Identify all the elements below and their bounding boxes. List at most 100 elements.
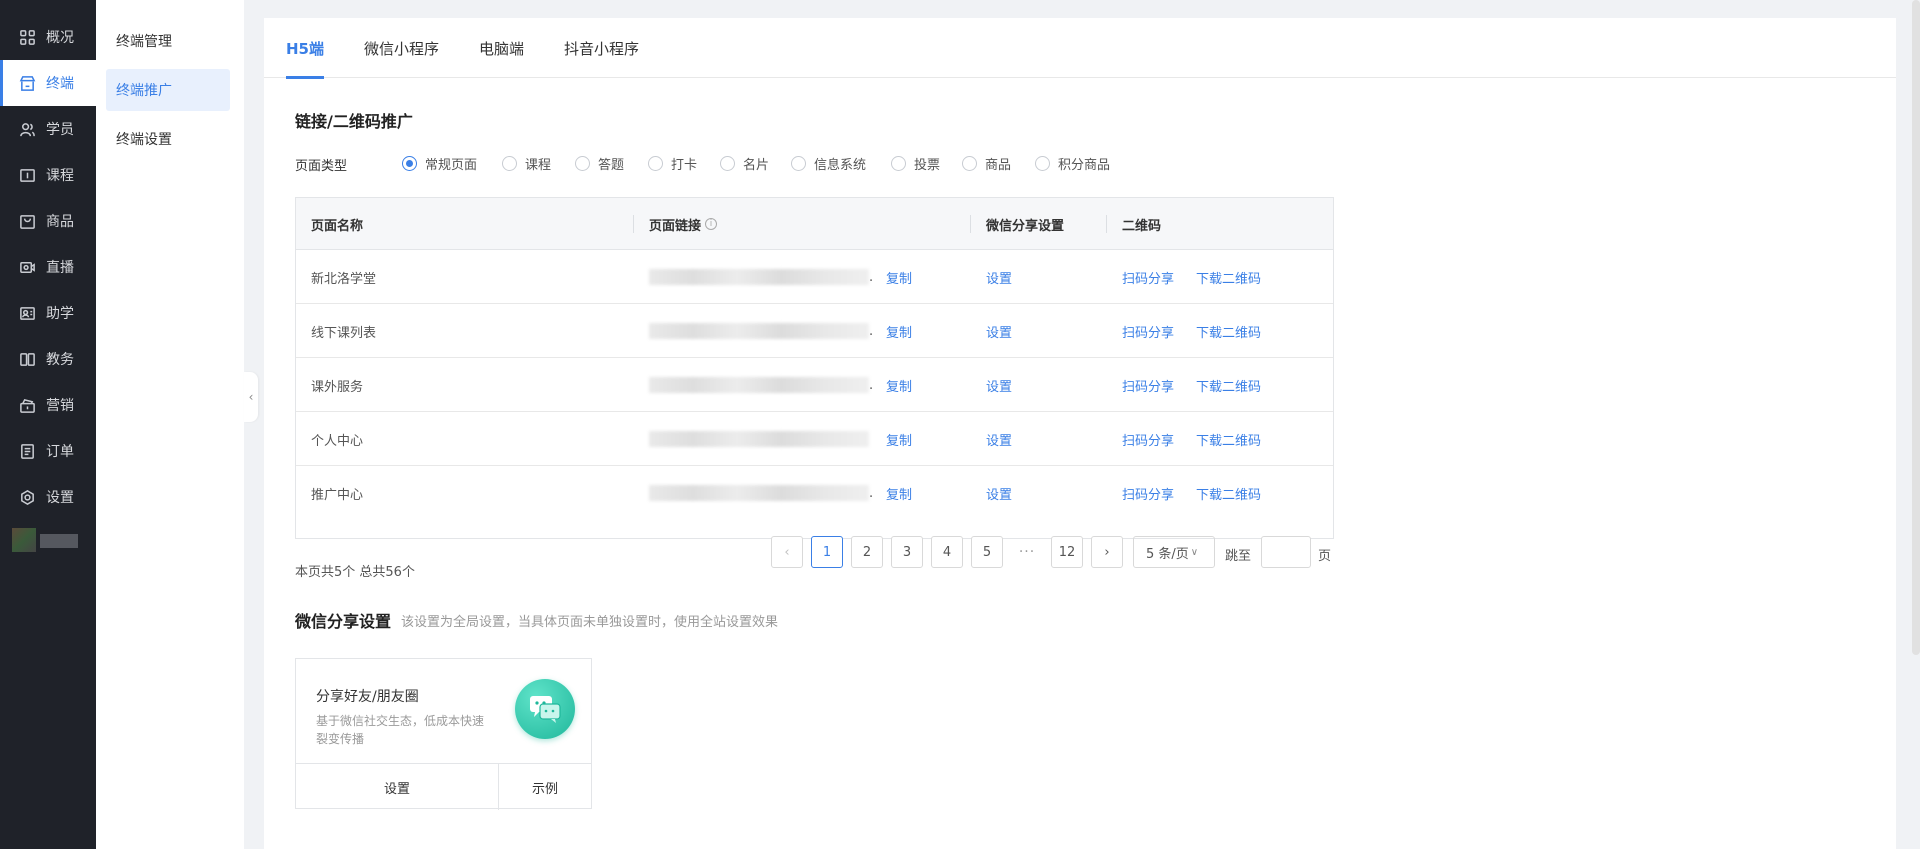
card-settings-button[interactable]: 设置 [296,764,499,810]
next-page-button[interactable]: › [1091,536,1123,568]
users-icon [18,120,36,138]
radio-dot [720,156,735,171]
page-type-radio-checkin[interactable]: 打卡 [648,154,697,173]
main-content: H5端 微信小程序 电脑端 抖音小程序 链接/二维码推广 页面类型 常规页面 课… [264,18,1896,849]
page-name-cell: 个人中心 [311,433,364,449]
page-type-radio-card[interactable]: 名片 [720,154,769,173]
page-button-5[interactable]: 5 [971,536,1003,568]
download-qrcode-link[interactable]: 下载二维码 [1196,250,1261,304]
avatar [12,528,36,552]
nav-item-marketing[interactable]: 营销 [0,382,96,428]
book-icon [18,350,36,368]
scan-share-link[interactable]: 扫码分享 [1122,412,1174,466]
nav-item-study[interactable]: 助学 [0,290,96,336]
page-type-radio-course[interactable]: 课程 [502,154,551,173]
wechat-share-setting-link[interactable]: 设置 [986,412,1012,466]
redacted-page-link [649,485,869,501]
goods-icon [18,212,36,230]
column-header-wechat-share: 微信分享设置 [986,218,1065,234]
download-qrcode-link[interactable]: 下载二维码 [1196,304,1261,358]
nav-item-courses[interactable]: 课程 [0,152,96,198]
radio-dot [402,156,417,171]
copy-link-button[interactable]: 复制 [886,250,912,304]
prev-page-button[interactable]: ‹ [771,536,803,568]
subnav-item-terminal-settings[interactable]: 终端设置 [106,118,230,160]
radio-label: 答题 [598,158,625,173]
page-type-radio-quiz[interactable]: 答题 [575,154,624,173]
table-row: 推广中心 . 复制 设置 扫码分享 下载二维码 [296,466,1333,520]
card-footer: 设置 示例 [296,763,591,810]
link-suffix: . [869,269,874,285]
info-icon[interactable]: i [705,218,718,230]
scan-share-link[interactable]: 扫码分享 [1122,466,1174,520]
column-header-page-name: 页面名称 [311,218,364,234]
radio-dot [1035,156,1050,171]
card-example-button[interactable]: 示例 [499,764,591,810]
copy-link-button[interactable]: 复制 [886,358,912,412]
radio-label: 课程 [525,158,552,173]
collapse-sidebar-button[interactable]: ‹ [244,372,258,422]
subnav-item-terminal-promotion[interactable]: 终端推广 [106,69,230,111]
copy-link-button[interactable]: 复制 [886,466,912,520]
page-button-3[interactable]: 3 [891,536,923,568]
subnav-item-label: 终端推广 [116,83,172,99]
jump-page-input[interactable] [1261,536,1311,568]
page-type-radio-regular[interactable]: 常规页面 [402,154,477,173]
nav-item-students[interactable]: 学员 [0,106,96,152]
tab-desktop[interactable]: 电脑端 [479,18,524,78]
page-ellipsis[interactable]: ··· [1011,536,1043,568]
nav-item-orders[interactable]: 订单 [0,428,96,474]
nav-item-settings[interactable]: 设置 [0,474,96,520]
page-size-select[interactable]: 5 条/页 ∨ [1133,536,1215,568]
page-type-radio-points-goods[interactable]: 积分商品 [1035,154,1110,173]
page-size-value: 5 条/页 [1146,546,1189,562]
tab-label: 微信小程序 [364,39,440,58]
page-button-last[interactable]: 12 [1051,536,1083,568]
wechat-share-setting-link[interactable]: 设置 [986,250,1012,304]
redacted-page-link [649,377,869,393]
download-qrcode-link[interactable]: 下载二维码 [1196,466,1261,520]
wechat-share-setting-link[interactable]: 设置 [986,358,1012,412]
radio-label: 投票 [914,158,941,173]
tab-douyin-miniprogram[interactable]: 抖音小程序 [564,18,639,78]
tab-h5[interactable]: H5端 [286,18,324,79]
nav-item-academic[interactable]: 教务 [0,336,96,382]
download-qrcode-link[interactable]: 下载二维码 [1196,412,1261,466]
nav-item-terminal[interactable]: 终端 [0,60,96,106]
radio-dot [791,156,806,171]
page-button-4[interactable]: 4 [931,536,963,568]
page-scrollbar[interactable] [1912,0,1920,655]
user-avatar[interactable] [12,528,84,554]
jump-unit-label: 页 [1318,549,1332,564]
nav-item-goods[interactable]: 商品 [0,198,96,244]
scan-share-link[interactable]: 扫码分享 [1122,358,1174,412]
chevron-right-icon: › [1104,544,1110,560]
sub-sidebar: 终端管理 终端推广 终端设置 [96,0,244,849]
radio-label: 名片 [743,158,770,173]
scan-share-link[interactable]: 扫码分享 [1122,304,1174,358]
wechat-share-setting-link[interactable]: 设置 [986,466,1012,520]
nav-item-overview[interactable]: 概况 [0,14,96,60]
settings-icon [18,488,36,506]
page-button-1[interactable]: 1 [811,536,843,568]
platform-tabs: H5端 微信小程序 电脑端 抖音小程序 [264,18,1896,79]
page-button-2[interactable]: 2 [851,536,883,568]
page-type-radio-vote[interactable]: 投票 [891,154,940,173]
subnav-item-terminal-management[interactable]: 终端管理 [106,20,230,62]
table-row: 线下课列表 . 复制 设置 扫码分享 下载二维码 [296,304,1333,358]
tab-wechat-miniprogram[interactable]: 微信小程序 [364,18,439,78]
scan-share-link[interactable]: 扫码分享 [1122,250,1174,304]
page-name-cell: 课外服务 [311,379,364,395]
copy-link-button[interactable]: 复制 [886,304,912,358]
copy-link-button[interactable]: 复制 [886,412,912,466]
page-type-radio-goods[interactable]: 商品 [962,154,1011,173]
nav-item-live[interactable]: 直播 [0,244,96,290]
page-type-radio-info-system[interactable]: 信息系统 [791,154,866,173]
nav-item-label: 营销 [46,398,74,414]
radio-label: 积分商品 [1058,158,1111,173]
wechat-share-setting-link[interactable]: 设置 [986,304,1012,358]
page-name-cell: 线下课列表 [311,325,377,341]
page-type-label: 页面类型 [295,159,348,174]
column-divider [1106,215,1107,233]
download-qrcode-link[interactable]: 下载二维码 [1196,358,1261,412]
